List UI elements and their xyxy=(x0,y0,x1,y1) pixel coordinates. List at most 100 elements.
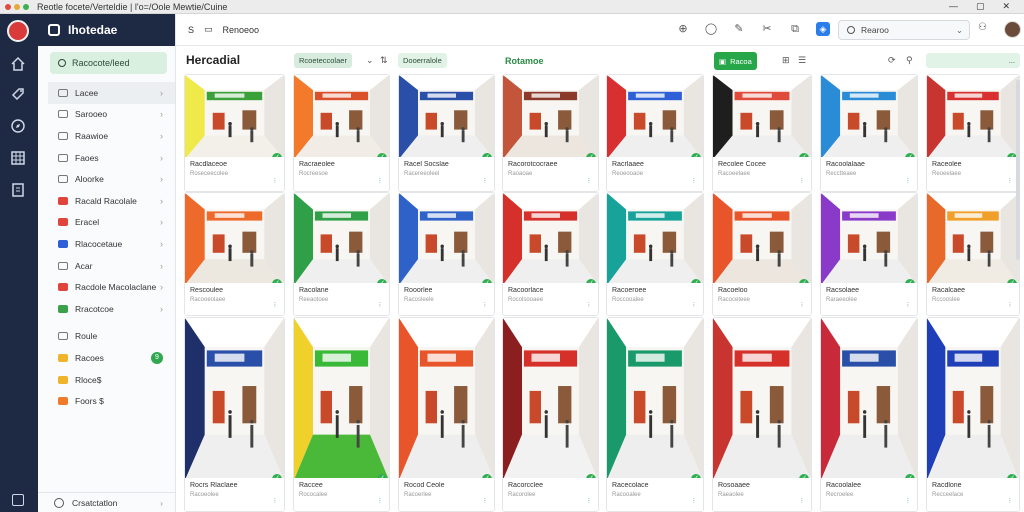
store-thumbnail[interactable] xyxy=(927,75,1019,159)
sidebar-item[interactable]: Rloce$ xyxy=(38,369,175,391)
sidebar-item[interactable]: Racoes 9 xyxy=(38,347,175,369)
store-card[interactable]: ✓Rocod CeoleRacoerlee⁝ xyxy=(398,317,495,512)
store-card[interactable]: ✓RacoolaleeRecroelee⁝ xyxy=(820,317,918,512)
sidebar-item[interactable]: Eracel › xyxy=(38,212,175,234)
more-icon[interactable]: ⁝ xyxy=(693,497,695,505)
more-icon[interactable]: ⁝ xyxy=(274,301,276,309)
store-card[interactable]: ✓Racel SocslaeRacereeoleel⁝ xyxy=(398,74,495,192)
store-thumbnail[interactable] xyxy=(185,193,284,285)
store-card[interactable]: ✓RooorleeRacosleele⁝ xyxy=(398,192,495,316)
filter-chip-5[interactable]: ... xyxy=(926,53,1020,68)
refresh-icon[interactable]: ⟳ xyxy=(888,55,896,66)
sidebar-item[interactable]: Sarooeo › xyxy=(38,104,175,126)
store-thumbnail[interactable] xyxy=(607,318,703,480)
tools-icon[interactable]: ✂ xyxy=(760,22,774,36)
maximize-dot[interactable] xyxy=(23,3,29,10)
more-icon[interactable]: ⁝ xyxy=(907,177,909,185)
sidebar-item[interactable]: Foors $ xyxy=(38,390,175,412)
breadcrumb-label[interactable]: Renoeoo xyxy=(223,25,260,35)
store-thumbnail[interactable] xyxy=(503,318,598,480)
more-icon[interactable]: ⁝ xyxy=(588,301,590,309)
sidebar-item[interactable]: Rlacocetaue › xyxy=(38,233,175,255)
store-card[interactable]: ✓RacalcaeeRccooslee⁝ xyxy=(926,192,1020,316)
store-card[interactable]: ✓RacoorlaceRocolsooaee⁝ xyxy=(502,192,599,316)
store-thumbnail[interactable] xyxy=(399,75,494,159)
grid-view-icon[interactable]: ⊞ xyxy=(782,55,790,66)
store-card[interactable]: ✓RaceoleeReoeelaee⁝ xyxy=(926,74,1020,192)
store-thumbnail[interactable] xyxy=(927,193,1019,285)
more-icon[interactable]: ⁝ xyxy=(1009,177,1011,185)
store-thumbnail[interactable] xyxy=(399,193,494,285)
sidebar-item[interactable]: Lacee › xyxy=(48,82,175,104)
sort-icon[interactable]: ⇅ xyxy=(380,55,388,66)
store-thumbnail[interactable] xyxy=(294,193,389,285)
sidebar-item[interactable]: Aloorke › xyxy=(38,168,175,190)
store-thumbnail[interactable] xyxy=(185,318,284,480)
sidebar-item[interactable]: Roule xyxy=(38,326,175,348)
more-icon[interactable]: ⁝ xyxy=(379,177,381,185)
store-thumbnail[interactable] xyxy=(713,193,811,285)
more-icon[interactable]: ⁝ xyxy=(801,301,803,309)
window-traffic-lights[interactable] xyxy=(0,3,29,10)
sidebar-item[interactable]: Racdole Macolaclane › xyxy=(38,276,175,298)
more-icon[interactable]: ⁝ xyxy=(693,177,695,185)
sidebar-item[interactable]: Raawioe › xyxy=(38,125,175,147)
tag-icon[interactable] xyxy=(10,86,26,102)
store-thumbnail[interactable] xyxy=(503,193,598,285)
more-icon[interactable]: ⁝ xyxy=(379,497,381,505)
more-icon[interactable]: ⁝ xyxy=(588,177,590,185)
close-dot[interactable] xyxy=(5,3,11,10)
more-icon[interactable]: ⁝ xyxy=(274,177,276,185)
store-card[interactable]: ✓RacsolaeeRaraeeolee⁝ xyxy=(820,192,918,316)
store-thumbnail[interactable] xyxy=(185,75,284,159)
store-card[interactable]: ✓RacceeRococalee⁝ xyxy=(293,317,390,512)
sidebar-footer[interactable]: Crsatctatlon › xyxy=(38,492,175,512)
pen-icon[interactable]: ✎ xyxy=(732,22,746,36)
document-icon[interactable] xyxy=(10,182,26,198)
store-card[interactable]: ✓RacdloneRecceelace⁝ xyxy=(926,317,1020,512)
store-thumbnail[interactable] xyxy=(399,318,494,480)
filter-chip-4[interactable]: ▣ Racoa xyxy=(714,52,757,70)
more-icon[interactable]: ⁝ xyxy=(588,497,590,505)
compass-icon[interactable] xyxy=(10,118,26,134)
sidebar-item[interactable]: Acar › xyxy=(38,255,175,277)
store-card[interactable]: ✓RosoaaeeRaeaolee⁝ xyxy=(712,317,812,512)
more-icon[interactable]: ⁝ xyxy=(379,301,381,309)
store-card[interactable]: ✓RacraeoleeRocreesoe⁝ xyxy=(293,74,390,192)
list-view-icon[interactable]: ☰ xyxy=(798,55,806,66)
more-icon[interactable]: ⁝ xyxy=(274,497,276,505)
grid-icon[interactable] xyxy=(10,150,26,166)
filter-chip-2[interactable]: Dooerralole xyxy=(398,53,447,68)
store-card[interactable]: ✓Recolee CoceeRacoeelaee⁝ xyxy=(712,74,812,192)
minimize-icon[interactable]: — xyxy=(949,1,958,12)
sidebar-item[interactable]: Faoes › xyxy=(38,147,175,169)
more-icon[interactable]: ⁝ xyxy=(484,301,486,309)
layers-icon[interactable]: ⧉ xyxy=(788,22,802,36)
chat-icon[interactable]: ◯ xyxy=(704,22,718,36)
more-icon[interactable]: ⁝ xyxy=(484,177,486,185)
store-card[interactable]: ✓RacrlaaeeReoeooaoe⁝ xyxy=(606,74,704,192)
more-icon[interactable]: ⁝ xyxy=(1009,301,1011,309)
store-thumbnail[interactable] xyxy=(294,75,389,159)
store-card[interactable]: ✓Rocrs RlaclaeeRacoeolee⁝ xyxy=(184,317,285,512)
app-logo[interactable] xyxy=(7,20,29,42)
store-card[interactable]: ✓RescouleeRacooeolaee⁝ xyxy=(184,192,285,316)
store-thumbnail[interactable] xyxy=(503,75,598,159)
avatar[interactable] xyxy=(1004,21,1021,38)
store-thumbnail[interactable] xyxy=(294,318,389,480)
store-thumbnail[interactable] xyxy=(607,75,703,159)
store-card[interactable]: ✓RacoeroeeRoccooalee⁝ xyxy=(606,192,704,316)
store-card[interactable]: ✓RacolaneReeaotoee⁝ xyxy=(293,192,390,316)
more-icon[interactable]: ⁝ xyxy=(1009,497,1011,505)
sidebar-item[interactable]: Racald Racolale › xyxy=(38,190,175,212)
store-thumbnail[interactable] xyxy=(821,75,917,159)
settings-icon[interactable] xyxy=(12,494,24,506)
export-icon[interactable]: ◈ xyxy=(816,22,830,36)
more-icon[interactable]: ⁝ xyxy=(693,301,695,309)
store-thumbnail[interactable] xyxy=(713,318,811,480)
store-thumbnail[interactable] xyxy=(927,318,1019,480)
store-thumbnail[interactable] xyxy=(713,75,811,159)
store-thumbnail[interactable] xyxy=(821,193,917,285)
store-card[interactable]: ✓RacoolalaaeRecctteaee⁝ xyxy=(820,74,918,192)
filter-icon[interactable]: ⚲ xyxy=(906,55,913,66)
